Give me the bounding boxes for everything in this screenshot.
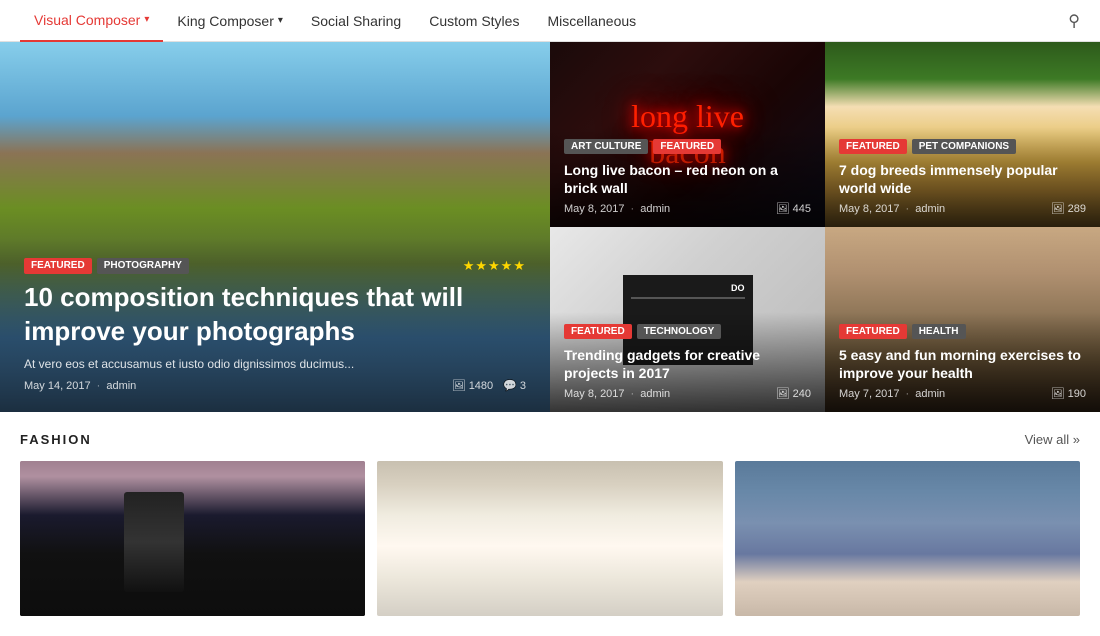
fashion-grid (20, 461, 1080, 616)
fashion-image-3 (735, 461, 1080, 616)
tag-featured: Featured (839, 139, 907, 154)
image-icon: 🖼 (1051, 202, 1065, 215)
card-date: May 8, 2017 (564, 388, 625, 400)
card-author: admin (640, 203, 670, 215)
tag-pet-companions: Pet Companions (912, 139, 1016, 154)
nav-arrow: ▾ (278, 15, 283, 26)
meta-left: May 14, 2017 · admin (24, 380, 136, 392)
card-tags: Featured Health (839, 324, 1086, 339)
card-title: 7 dog breeds immensely popular world wid… (839, 161, 1086, 197)
card-tags: Art Culture Featured (564, 139, 811, 154)
view-count: 🖼 289 (1051, 202, 1086, 215)
image-icon: 🖼 (452, 379, 466, 392)
fashion-card-1[interactable] (20, 461, 365, 616)
fashion-card-2[interactable] (377, 461, 722, 616)
view-count: 🖼 190 (1051, 387, 1086, 400)
card-tags: Featured Pet Companions (839, 139, 1086, 154)
card-date: May 8, 2017 (839, 203, 900, 215)
search-icon[interactable]: ⚲ (1068, 11, 1080, 31)
nav-arrow: ▾ (144, 14, 149, 25)
card-overlay: Featured Technology Trending gadgets for… (550, 312, 825, 412)
meta-right: 🖼 1480 💬 3 (452, 379, 526, 392)
hero-main-card[interactable]: Featured Photography ★★★★★ 10 compositio… (0, 42, 550, 412)
view-count: 🖼 240 (776, 387, 811, 400)
tag-photography: Photography (97, 258, 189, 274)
nav-label: Miscellaneous (547, 13, 636, 29)
view-count: 🖼 445 (776, 202, 811, 215)
hero-main-title: 10 composition techniques that will impr… (24, 281, 526, 349)
hero-grid: Featured Photography ★★★★★ 10 compositio… (0, 42, 1100, 412)
tag-featured: Featured (24, 258, 92, 274)
article-card-health[interactable]: Featured Health 5 easy and fun morning e… (825, 227, 1100, 412)
tag-featured: Featured (653, 139, 721, 154)
hero-main-excerpt: At vero eos et accusamus et iusto odio d… (24, 357, 526, 371)
nav-item-social-sharing[interactable]: Social Sharing (297, 0, 415, 42)
image-icon: 🖼 (776, 387, 790, 400)
image-icon: 🖼 (776, 202, 790, 215)
fashion-section: FASHION View all » (0, 412, 1100, 636)
nav-label: King Composer (177, 13, 274, 29)
article-card-neon[interactable]: long livebacon Art Culture Featured Long… (550, 42, 825, 227)
card-author: admin (915, 203, 945, 215)
nav-item-miscellaneous[interactable]: Miscellaneous (533, 0, 650, 42)
hero-main-tags: Featured Photography ★★★★★ (24, 258, 526, 274)
hero-date: May 14, 2017 (24, 380, 91, 392)
tag-featured: Featured (839, 324, 907, 339)
nav-items: Visual Composer ▾ King Composer ▾ Social… (20, 0, 1068, 42)
view-count: 🖼 1480 (452, 379, 493, 392)
card-overlay: Art Culture Featured Long live bacon – r… (550, 127, 825, 227)
article-card-tech[interactable]: DO Featured Technology Trending gadgets … (550, 227, 825, 412)
tag-health: Health (912, 324, 966, 339)
star-rating: ★★★★★ (463, 258, 526, 274)
hero-author: admin (106, 380, 136, 392)
card-title: Long live bacon – red neon on a brick wa… (564, 161, 811, 197)
view-all-link[interactable]: View all » (1025, 432, 1080, 447)
card-meta: May 8, 2017 · admin 🖼 289 (839, 202, 1086, 215)
hero-main-meta: May 14, 2017 · admin 🖼 1480 💬 3 (24, 379, 526, 392)
nav-item-visual-composer[interactable]: Visual Composer ▾ (20, 0, 163, 42)
article-card-dog[interactable]: Featured Pet Companions 7 dog breeds imm… (825, 42, 1100, 227)
fashion-card-3[interactable] (735, 461, 1080, 616)
comment-count: 💬 3 (503, 379, 526, 392)
fashion-section-title: FASHION (20, 432, 92, 447)
tag-technology: Technology (637, 324, 722, 339)
card-title: Trending gadgets for creative projects i… (564, 346, 811, 382)
card-meta: May 8, 2017 · admin 🖼 445 (564, 202, 811, 215)
nav-item-custom-styles[interactable]: Custom Styles (415, 0, 533, 42)
card-meta: May 7, 2017 · admin 🖼 190 (839, 387, 1086, 400)
card-date: May 7, 2017 (839, 388, 900, 400)
card-title: 5 easy and fun morning exercises to impr… (839, 346, 1086, 382)
main-nav: Visual Composer ▾ King Composer ▾ Social… (0, 0, 1100, 42)
card-date: May 8, 2017 (564, 203, 625, 215)
card-author: admin (640, 388, 670, 400)
card-author: admin (915, 388, 945, 400)
tag-art-culture: Art Culture (564, 139, 648, 154)
fashion-image-1 (20, 461, 365, 616)
nav-label: Custom Styles (429, 13, 519, 29)
fashion-section-header: FASHION View all » (20, 432, 1080, 447)
nav-label: Social Sharing (311, 13, 401, 29)
comment-icon: 💬 (503, 379, 517, 392)
nav-label: Visual Composer (34, 12, 140, 28)
nav-item-king-composer[interactable]: King Composer ▾ (163, 0, 297, 42)
card-overlay: Featured Health 5 easy and fun morning e… (825, 312, 1100, 412)
card-tags: Featured Technology (564, 324, 811, 339)
card-overlay: Featured Pet Companions 7 dog breeds imm… (825, 127, 1100, 227)
image-icon: 🖼 (1051, 387, 1065, 400)
card-meta: May 8, 2017 · admin 🖼 240 (564, 387, 811, 400)
fashion-image-2 (377, 461, 722, 616)
tag-featured: Featured (564, 324, 632, 339)
hero-main-overlay: Featured Photography ★★★★★ 10 compositio… (0, 238, 550, 412)
